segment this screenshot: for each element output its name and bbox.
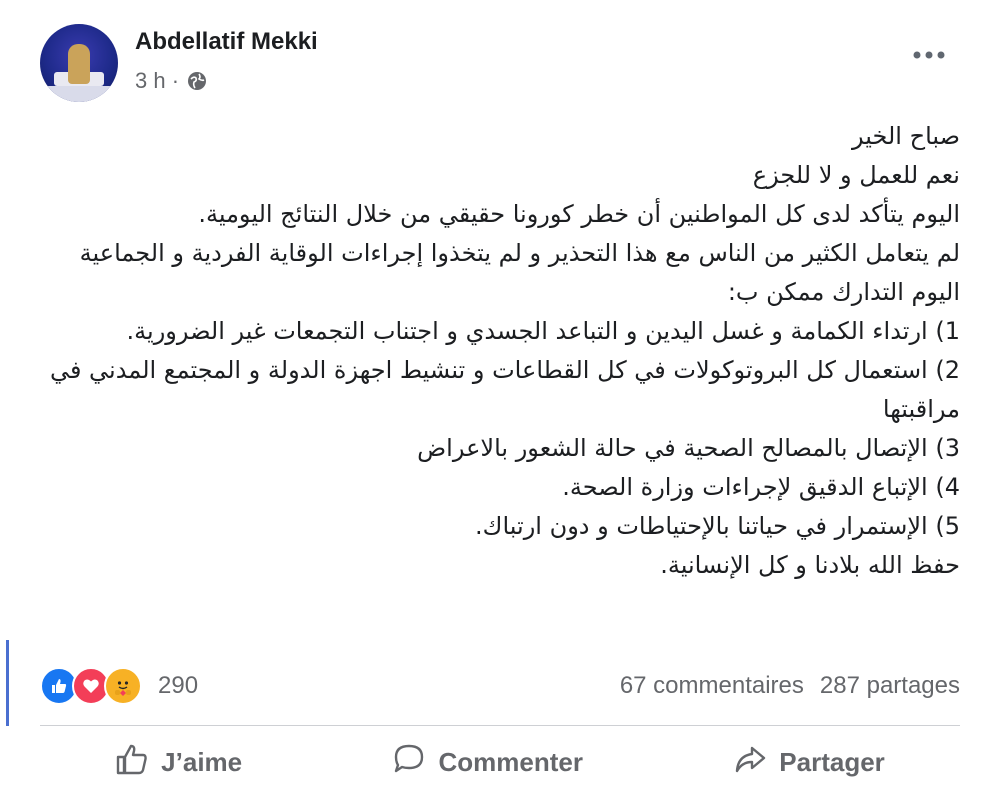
care-icon <box>104 667 142 705</box>
reaction-icons[interactable] <box>40 667 142 705</box>
reactions-bar: 290 67 commentaires 287 partages <box>40 664 960 708</box>
post-line: اليوم التدارك ممكن ب: <box>727 278 960 306</box>
like-button[interactable]: J’aime <box>95 736 262 789</box>
share-button[interactable]: Partager <box>713 736 905 789</box>
left-accent-bar <box>6 640 9 726</box>
divider <box>40 725 960 726</box>
share-arrow-icon <box>733 742 767 783</box>
comment-button-label: Commenter <box>438 746 583 777</box>
reaction-count[interactable]: 290 <box>158 672 198 700</box>
post-line: لم يتعامل الكثير من الناس مع هذا التحذير… <box>79 239 960 267</box>
post-meta: 3 h · <box>135 68 207 94</box>
post-text: صباح الخير نعم للعمل و لا للجزع اليوم يت… <box>40 117 960 585</box>
post-stats: 67 commentaires 287 partages <box>620 672 960 700</box>
post-line: صباح الخير <box>851 122 960 150</box>
comments-count[interactable]: 67 commentaires <box>620 672 804 700</box>
author-name[interactable]: Abdellatif Mekki <box>135 28 318 56</box>
post-line: 2) استعمال كل البروتوكولات في كل القطاعا… <box>49 356 960 423</box>
shares-count[interactable]: 287 partages <box>820 672 960 700</box>
avatar[interactable] <box>40 24 118 102</box>
comment-button[interactable]: Commenter <box>372 736 602 789</box>
share-button-label: Partager <box>779 746 885 777</box>
post-header: Abdellatif Mekki 3 h · <box>40 24 960 104</box>
post-line: 5) الإستمرار في حياتنا بالإحتياطات و دون… <box>475 512 960 540</box>
post-line: نعم للعمل و لا للجزع <box>752 161 960 189</box>
post-line: حفظ الله بلادنا و كل الإنسانية. <box>660 551 960 579</box>
post-line: اليوم يتأكد لدى كل المواطنين أن خطر كورو… <box>198 200 960 228</box>
post-line: 4) الإتباع الدقيق لإجراءات وزارة الصحة. <box>562 473 960 501</box>
globe-icon <box>187 71 207 91</box>
comment-icon <box>392 742 426 783</box>
more-options-icon[interactable] <box>912 38 946 72</box>
post-line: 1) ارتداء الكمامة و غسل اليدين و التباعد… <box>126 317 960 345</box>
post-line: 3) الإتصال بالمصالح الصحية في حالة الشعو… <box>417 434 960 462</box>
action-bar: J’aime Commenter Partager <box>40 736 960 788</box>
like-button-label: J’aime <box>161 746 243 777</box>
thumbs-up-icon <box>115 742 149 783</box>
post-time[interactable]: 3 h · <box>135 68 179 94</box>
